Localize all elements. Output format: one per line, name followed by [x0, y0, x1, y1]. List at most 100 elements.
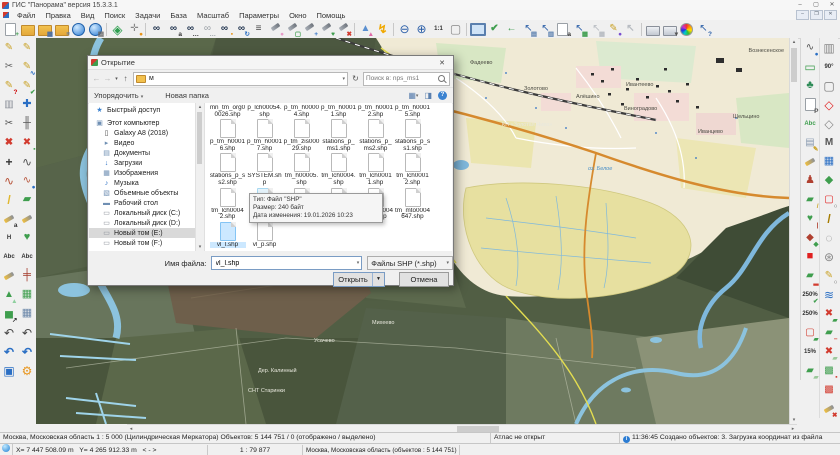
delete-part-icon[interactable]: ✖▪ — [19, 133, 36, 152]
undo-icon[interactable]: ↶ — [1, 323, 18, 342]
new-folder-button[interactable]: Новая папка — [165, 91, 209, 100]
table-edit-icon[interactable]: ▦ — [19, 304, 36, 323]
draw-confirm-icon[interactable]: ✎✔ — [19, 76, 36, 95]
minimize-button[interactable]: – — [792, 0, 808, 10]
pan-view-icon[interactable] — [469, 21, 486, 37]
sidebar-item[interactable]: ▭Новый том (E:) — [89, 228, 195, 238]
object-attributes-icon[interactable]: a — [554, 21, 571, 37]
palette-icon[interactable] — [678, 21, 695, 37]
menu-item[interactable]: Помощь — [312, 11, 351, 20]
scale-15-icon[interactable]: 15% — [802, 342, 819, 361]
open-data-icon[interactable]: ▦ — [36, 21, 53, 37]
delete-object-icon[interactable]: ✖ — [1, 133, 18, 152]
gradient-area-icon[interactable]: ▰▰ — [802, 361, 819, 380]
node-box-icon[interactable]: ▢ — [821, 76, 838, 95]
sidebar-item[interactable]: ▬Рабочий стол — [89, 198, 195, 208]
new-map-icon[interactable]: + — [2, 21, 19, 37]
back-button[interactable]: ← — [91, 74, 102, 83]
chart-growth-icon[interactable]: ▅↗ — [1, 304, 18, 323]
text-abc-icon[interactable]: Abc — [1, 247, 18, 266]
vertical-scroll-thumb[interactable] — [791, 48, 797, 82]
waves-icon[interactable]: ≋ — [821, 285, 838, 304]
sidebar-item[interactable]: ▤Документы — [89, 148, 195, 158]
print-setup-icon[interactable]: ▾ — [661, 21, 678, 37]
fast-drawing-icon[interactable]: ↯ — [374, 21, 391, 37]
sidebar-item[interactable]: ▭Локальный диск (D:) — [89, 218, 195, 228]
file-item[interactable]: stations_p_ms2.shp — [357, 118, 394, 152]
accept-icon[interactable]: ✔ — [486, 21, 503, 37]
undo2-icon[interactable]: ↶ — [19, 323, 36, 342]
sidebar-scroll-up-icon[interactable]: ▴ — [196, 103, 204, 111]
cut-object-icon[interactable]: ✂ — [1, 114, 18, 133]
scroll-down-icon[interactable]: ▾ — [790, 416, 798, 424]
split-line-icon[interactable]: ╪ — [19, 266, 36, 285]
sidebar-item[interactable]: ▸Видео — [89, 138, 195, 148]
file-item[interactable]: p_tm_zis00029.shp — [283, 118, 320, 152]
object-list-icon[interactable]: ≡ — [250, 21, 267, 37]
file-item[interactable]: p_tm_h00015.shp — [394, 105, 431, 118]
select-on-map-off-icon[interactable]: ↖▦ — [588, 21, 605, 37]
edit-query-icon[interactable]: ✎? — [1, 76, 18, 95]
flashlight-delete-icon[interactable]: ✖ — [821, 399, 838, 418]
sidebar-item[interactable]: ▣Этот компьютер — [89, 118, 195, 128]
file-item[interactable]: stations_p_ss1.shp — [394, 118, 431, 152]
file-item[interactable]: vl_p.shp — [246, 221, 283, 249]
select-to-panel-icon[interactable]: ↖▤ — [520, 21, 537, 37]
image-edit-icon[interactable]: ▣ — [1, 361, 18, 380]
dialog-title-bar[interactable]: Открытие ✕ — [88, 56, 453, 70]
open-map-copy-icon[interactable]: ▤ — [87, 21, 104, 37]
pie-sectors-icon[interactable]: ⊛ — [821, 247, 838, 266]
close-button[interactable]: ✕ — [824, 0, 840, 10]
sidebar-scroll-down-icon[interactable]: ▾ — [196, 243, 204, 251]
zoom-in-icon[interactable]: ⊕ — [413, 21, 430, 37]
fill-red-icon[interactable]: ■ — [802, 247, 819, 266]
find-advanced-icon[interactable]: ∞… — [182, 21, 199, 37]
filename-field[interactable]: ▾ — [211, 256, 363, 270]
file-item[interactable]: mn_tm_org00026.shp — [209, 105, 246, 118]
open-database-icon[interactable]: ≡ — [53, 21, 70, 37]
step-back-icon[interactable]: ← — [503, 21, 520, 37]
favorite-object-icon[interactable]: ♥ — [19, 228, 36, 247]
file-item[interactable]: stations_p_ms1.shp — [320, 118, 357, 152]
file-item[interactable]: tm_mto0004647.shp — [394, 187, 431, 221]
journal-icon[interactable]: ▤✎ — [802, 133, 819, 152]
history-dropdown-icon[interactable]: ▾ — [113, 76, 120, 82]
hatch-fill-icon[interactable]: ▥ — [821, 38, 838, 57]
address-dropdown-icon[interactable]: ▾ — [342, 76, 345, 82]
find-by-name-icon[interactable]: ∞a — [165, 21, 182, 37]
menu-item[interactable]: Вид — [76, 11, 100, 20]
text-abc2-icon[interactable]: Abc — [19, 247, 36, 266]
scale-status[interactable]: 1 : 79 877 — [208, 445, 303, 455]
search-icon[interactable] — [438, 75, 445, 82]
sidebar-item[interactable]: ↓Загрузки — [89, 158, 195, 168]
file-item[interactable]: p_tm_h00012.shp — [357, 105, 394, 118]
rect-select-icon[interactable]: ▭ — [802, 57, 819, 76]
topology-junction-icon[interactable]: ╫ — [19, 114, 36, 133]
pointer-icon[interactable]: ↖ — [622, 21, 639, 37]
sidebar-scrollbar[interactable]: ▴ ▾ — [195, 103, 205, 251]
grid-blue-icon[interactable]: ▦ — [821, 152, 838, 171]
hydrography-icon[interactable]: H — [1, 228, 18, 247]
select-add-icon[interactable]: + — [301, 21, 318, 37]
zoom-out-icon[interactable]: ⊖ — [396, 21, 413, 37]
find-object-icon[interactable]: ∞ — [148, 21, 165, 37]
cancel-button[interactable]: Отмена — [399, 272, 449, 287]
file-item[interactable]: tm_lch00012.shp — [394, 152, 431, 186]
knife-cut-icon[interactable]: / — [821, 209, 838, 228]
file-item[interactable]: tm_lch00011.shp — [357, 152, 394, 186]
view-mode-icon[interactable]: ▦ — [408, 91, 416, 100]
file-item[interactable]: vl_l.shp — [209, 221, 246, 249]
flashlight2-icon[interactable] — [19, 209, 36, 228]
sidebar-item[interactable]: ▦Изображения — [89, 168, 195, 178]
scale-1to1-icon[interactable]: 1:1 — [430, 21, 447, 37]
angle-90-icon[interactable]: 90° — [821, 57, 838, 76]
undo-blue-icon[interactable]: ↶ — [1, 342, 18, 361]
file-item[interactable]: p_tm_h00004.shp — [283, 105, 320, 118]
diamond-gray-icon[interactable]: ◇ — [821, 114, 838, 133]
ellipse-dashed-icon[interactable]: ◌ — [821, 228, 838, 247]
menu-item[interactable]: Поиск — [99, 11, 130, 20]
file-item[interactable]: tm_h00005.shp — [283, 152, 320, 186]
search-box[interactable] — [363, 72, 450, 86]
edit-curve-icon[interactable]: ∿ — [1, 171, 18, 190]
context-help-icon[interactable]: ↖? — [695, 21, 712, 37]
